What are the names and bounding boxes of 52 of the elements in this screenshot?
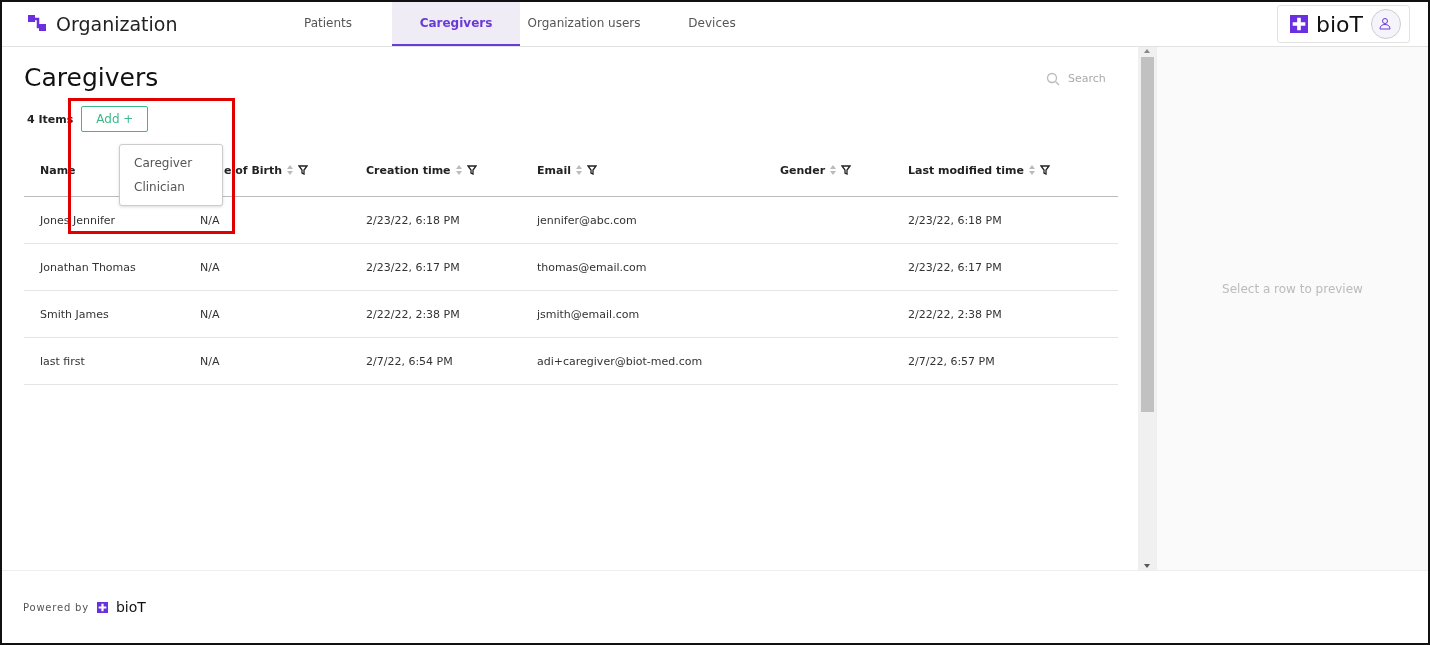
table-cell-text: N/A [199, 307, 221, 321]
table-cell-text: Jonathan Thomas [38, 260, 137, 274]
table-cell-text: 2/7/22, 6:54 PM [365, 354, 454, 368]
filter-icon[interactable] [841, 165, 852, 175]
preview-message: Select a row to preview [1222, 281, 1363, 296]
footer-label: Powered by [23, 601, 89, 613]
column-header[interactable]: Last modified time [908, 163, 1024, 177]
nav-tab[interactable]: Caregivers [392, 2, 520, 46]
user-icon [1379, 17, 1393, 31]
footer-brand: bioT [115, 599, 146, 615]
scroll-down-icon[interactable] [1143, 562, 1151, 570]
brand-logo-icon [1290, 15, 1308, 33]
organization-logo-icon [28, 15, 48, 33]
menu-item[interactable]: Clinician [120, 175, 222, 199]
nav-tab[interactable]: Organization users [520, 2, 648, 46]
scrollbar[interactable] [1138, 47, 1156, 570]
table-cell-text: adi+caregiver@biot-med.com [536, 354, 704, 368]
scroll-up-icon[interactable] [1143, 47, 1151, 55]
page-title: Caregivers [24, 63, 159, 92]
table-cell-text: 2/23/22, 6:17 PM [365, 260, 461, 274]
brand-logo-icon [96, 601, 108, 613]
filter-icon[interactable] [1040, 165, 1050, 175]
nav-tab[interactable]: Devices [648, 2, 776, 46]
nav-tab[interactable]: Patients [264, 2, 392, 46]
table-cell-text: Smith James [39, 307, 110, 321]
column-header[interactable]: Creation time [366, 163, 451, 177]
table-cell-text: 2/22/22, 2:38 PM [907, 307, 1003, 321]
user-avatar-button[interactable] [1371, 9, 1401, 39]
table-cell-text: N/A [199, 260, 221, 274]
column-header[interactable]: Gender [780, 163, 826, 177]
scroll-thumb[interactable] [1140, 57, 1154, 412]
table-cell-text: thomas@email.com [536, 260, 648, 274]
menu-item[interactable]: Caregiver [120, 151, 222, 175]
column-header[interactable]: Email [537, 163, 571, 177]
filter-icon[interactable] [466, 165, 477, 175]
table-cell-text: jennifer@abc.com [536, 213, 638, 227]
table-cell-text: 2/7/22, 6:57 PM [907, 354, 996, 368]
table-cell-text: N/A [199, 354, 221, 368]
table-cell-text: 2/23/22, 6:17 PM [907, 260, 1003, 274]
table-cell-text: 2/23/22, 6:18 PM [907, 213, 1003, 227]
filter-icon[interactable] [298, 165, 309, 175]
app-title: Organization [56, 13, 178, 35]
brand-name: bioT [1316, 11, 1363, 37]
table-cell-text: last first [39, 354, 86, 368]
table-cell-text: N/A [199, 213, 221, 227]
table-cell-text: 2/22/22, 2:38 PM [365, 307, 461, 321]
filter-icon[interactable] [586, 165, 597, 175]
table-cell-text: 2/23/22, 6:18 PM [365, 213, 461, 227]
table-cell-text: Jones Jennifer [38, 213, 117, 227]
table-cell-text: jsmith@email.com [536, 307, 641, 321]
search-icon [1046, 71, 1060, 86]
column-header[interactable]: e of Birth [224, 163, 283, 177]
